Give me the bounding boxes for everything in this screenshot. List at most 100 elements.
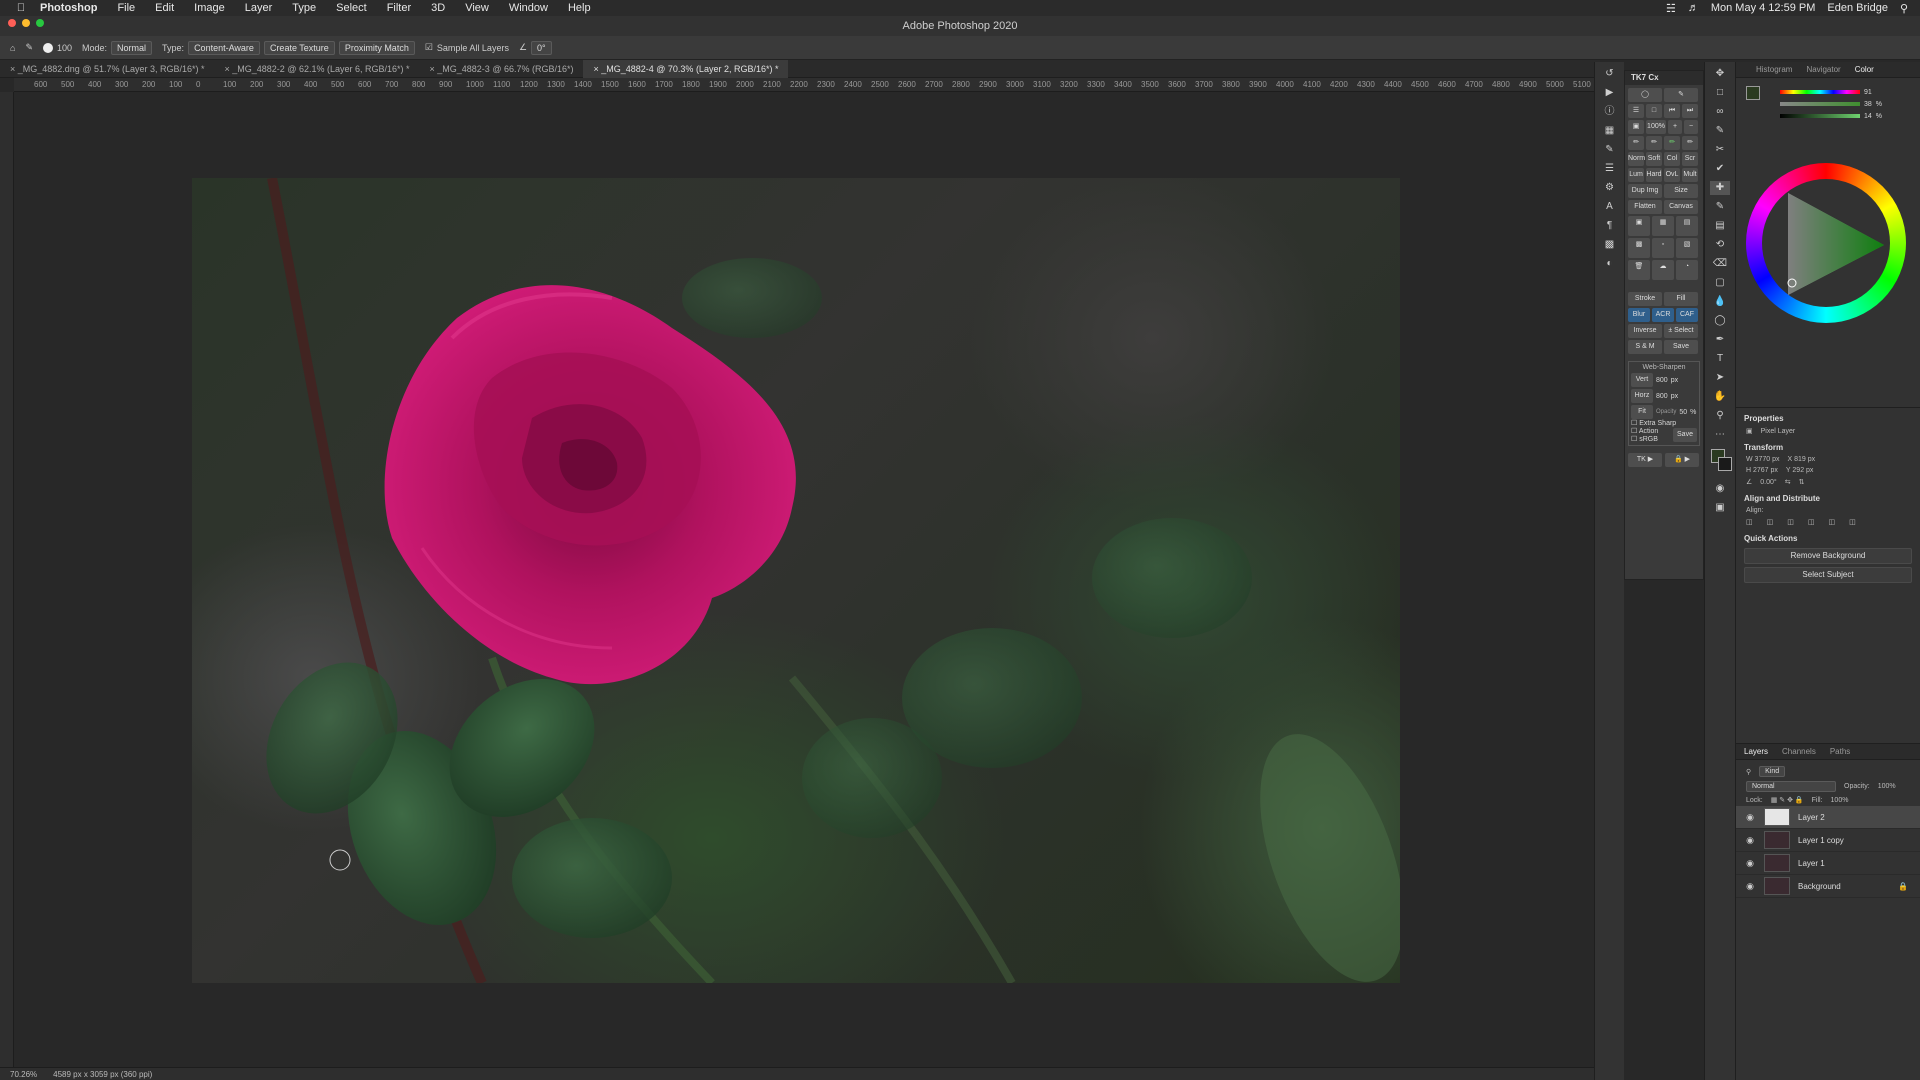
canvas-area[interactable]: [14, 92, 1594, 1067]
move-tool-icon[interactable]: ✥: [1710, 67, 1730, 81]
more-tools-icon[interactable]: ⋯: [1710, 428, 1730, 442]
menu-filter[interactable]: Filter: [387, 2, 411, 14]
menu-layer[interactable]: Layer: [245, 2, 273, 14]
layer-name[interactable]: Background: [1798, 882, 1841, 891]
info-icon[interactable]: ⓘ: [1600, 105, 1620, 119]
tk7-blend-scr[interactable]: Scr: [1682, 152, 1698, 166]
tk7-fill-button[interactable]: Fill: [1664, 292, 1698, 306]
history-icon[interactable]: ↺: [1600, 67, 1620, 81]
crop-tool-icon[interactable]: ✂: [1710, 143, 1730, 157]
tk7-stroke-button[interactable]: Stroke: [1628, 292, 1662, 306]
path-select-tool-icon[interactable]: ➤: [1710, 371, 1730, 385]
mode-select[interactable]: Normal: [111, 40, 153, 55]
color-wheel[interactable]: [1746, 163, 1906, 323]
height-field[interactable]: H 2767 px: [1746, 467, 1778, 474]
tk7-flatten-button[interactable]: Flatten: [1628, 200, 1662, 214]
extra-sharp-checkbox[interactable]: ☐ Extra Sharp: [1631, 419, 1697, 427]
eye-icon[interactable]: ◉: [1744, 835, 1756, 846]
proximity-match-button[interactable]: Proximity Match: [338, 40, 415, 55]
saturation-slider[interactable]: [1780, 102, 1860, 106]
tk7-blend-mult[interactable]: Mult: [1682, 168, 1698, 182]
sample-all-checkbox[interactable]: ☑: [425, 42, 433, 53]
content-aware-button[interactable]: Content-Aware: [188, 40, 260, 55]
tk7-blend-soft[interactable]: Soft: [1646, 152, 1662, 166]
width-field[interactable]: W 3770 px: [1746, 456, 1779, 463]
hue-slider[interactable]: [1780, 90, 1860, 94]
paragraph-icon[interactable]: ¶: [1600, 219, 1620, 233]
layer-name[interactable]: Layer 2: [1798, 813, 1825, 822]
quick-select-tool-icon[interactable]: ✎: [1710, 124, 1730, 138]
menubar-clock[interactable]: Mon May 4 12:59 PM: [1711, 2, 1816, 14]
kind-filter[interactable]: Kind: [1759, 766, 1786, 777]
zoom-level[interactable]: 70.26%: [10, 1070, 37, 1079]
swatches-icon[interactable]: ▦: [1600, 124, 1620, 138]
menu-help[interactable]: Help: [568, 2, 591, 14]
close-window-button[interactable]: [8, 19, 16, 27]
adjustments-icon[interactable]: ☰: [1600, 162, 1620, 176]
menu-file[interactable]: File: [117, 2, 135, 14]
vertical-ruler[interactable]: [0, 92, 14, 1067]
tk7-inverse-button[interactable]: Inverse: [1628, 324, 1662, 338]
color-fg-swatch[interactable]: [1746, 86, 1760, 100]
eraser-tool-icon[interactable]: ⌫: [1710, 257, 1730, 271]
align-title[interactable]: Align and Distribute: [1736, 488, 1920, 505]
brush-size-picker[interactable]: 100: [42, 42, 72, 53]
blend-mode-select[interactable]: Normal: [1746, 781, 1836, 792]
tab-navigator[interactable]: Navigator: [1806, 65, 1840, 74]
tab-histogram[interactable]: Histogram: [1756, 65, 1792, 74]
align-bottom-icon[interactable]: ◫: [1849, 518, 1856, 526]
tk7-size-button[interactable]: Size: [1664, 184, 1698, 198]
tk7-minus-icon[interactable]: −: [1684, 120, 1698, 134]
marquee-tool-icon[interactable]: □: [1710, 86, 1730, 100]
apple-icon[interactable]: : [14, 2, 28, 14]
volume-icon[interactable]: ♬: [1688, 2, 1699, 14]
tk7-open-icon[interactable]: ☰: [1628, 104, 1644, 118]
tk7-plusminus-select-button[interactable]: ± Select: [1664, 324, 1698, 338]
horizontal-ruler[interactable]: 600 500 400 300 200 100 0 100 200 300 400 500 600 700…: [14, 78, 1594, 92]
tk-menu-button[interactable]: TK ▶: [1628, 453, 1662, 467]
tk7-brush-green-icon[interactable]: ✏: [1664, 136, 1680, 150]
close-icon[interactable]: ×: [10, 64, 18, 74]
character-icon[interactable]: A: [1600, 200, 1620, 214]
menu-view[interactable]: View: [465, 2, 489, 14]
horz-button[interactable]: Horz: [1631, 389, 1653, 403]
doc-tab-3[interactable]: × _MG_4882-3 @ 66.7% (RGB/16*): [420, 60, 584, 78]
flip-horizontal-icon[interactable]: ⇆: [1785, 478, 1791, 486]
tk7-plus-icon[interactable]: +: [1668, 120, 1682, 134]
tk7-caf-button[interactable]: CAF: [1676, 308, 1698, 322]
tk7-blend-ovl[interactable]: OvL: [1664, 168, 1680, 182]
tk7-pie-icon[interactable]: ◔: [1676, 260, 1698, 280]
tk-lock-button[interactable]: 🔒 ▶: [1665, 453, 1699, 467]
lock-icons[interactable]: ▦ ✎ ✥ 🔒: [1771, 796, 1804, 804]
tk7-brush-white-icon[interactable]: ✏: [1646, 136, 1662, 150]
tk7-layer-icon-4[interactable]: ▩: [1628, 238, 1650, 258]
srgb-checkbox[interactable]: ☐ sRGB: [1631, 435, 1658, 443]
zoom-tool-icon[interactable]: ⚲: [1710, 409, 1730, 423]
menu-3d[interactable]: 3D: [431, 2, 445, 14]
tab-color[interactable]: Color: [1855, 65, 1874, 74]
color-triangle[interactable]: [1766, 183, 1886, 303]
home-icon[interactable]: ⌂: [10, 43, 15, 53]
quick-actions-title[interactable]: Quick Actions: [1736, 528, 1920, 545]
color-swatches[interactable]: [1709, 447, 1732, 477]
brightness-slider[interactable]: [1780, 114, 1860, 118]
doc-tab-2[interactable]: × _MG_4882-2 @ 62.1% (Layer 6, RGB/16*) …: [215, 60, 420, 78]
menu-image[interactable]: Image: [194, 2, 225, 14]
layer-row-layer-1[interactable]: ◉ Layer 1: [1736, 852, 1920, 875]
tk7-blend-col[interactable]: Col: [1664, 152, 1680, 166]
create-texture-button[interactable]: Create Texture: [263, 40, 335, 55]
menu-window[interactable]: Window: [509, 2, 548, 14]
eye-icon[interactable]: ◉: [1744, 812, 1756, 823]
layer-name[interactable]: Layer 1 copy: [1798, 836, 1844, 845]
tk7-save-button[interactable]: Save: [1664, 340, 1698, 354]
tk7-forward-icon[interactable]: ⏭: [1682, 104, 1698, 118]
brush-tool-icon[interactable]: ✎: [1710, 200, 1730, 214]
menu-type[interactable]: Type: [292, 2, 316, 14]
select-subject-button[interactable]: Select Subject: [1744, 567, 1912, 583]
fill-value[interactable]: 100%: [1831, 797, 1849, 804]
tk7-layer-icon-1[interactable]: ▣: [1628, 216, 1650, 236]
tk7-dup-img-button[interactable]: Dup Img: [1628, 184, 1662, 198]
color-wheel-icon[interactable]: ◐: [1600, 257, 1620, 271]
layer-name[interactable]: Layer 1: [1798, 859, 1825, 868]
tk7-layer-icon-6[interactable]: ▧: [1676, 238, 1698, 258]
